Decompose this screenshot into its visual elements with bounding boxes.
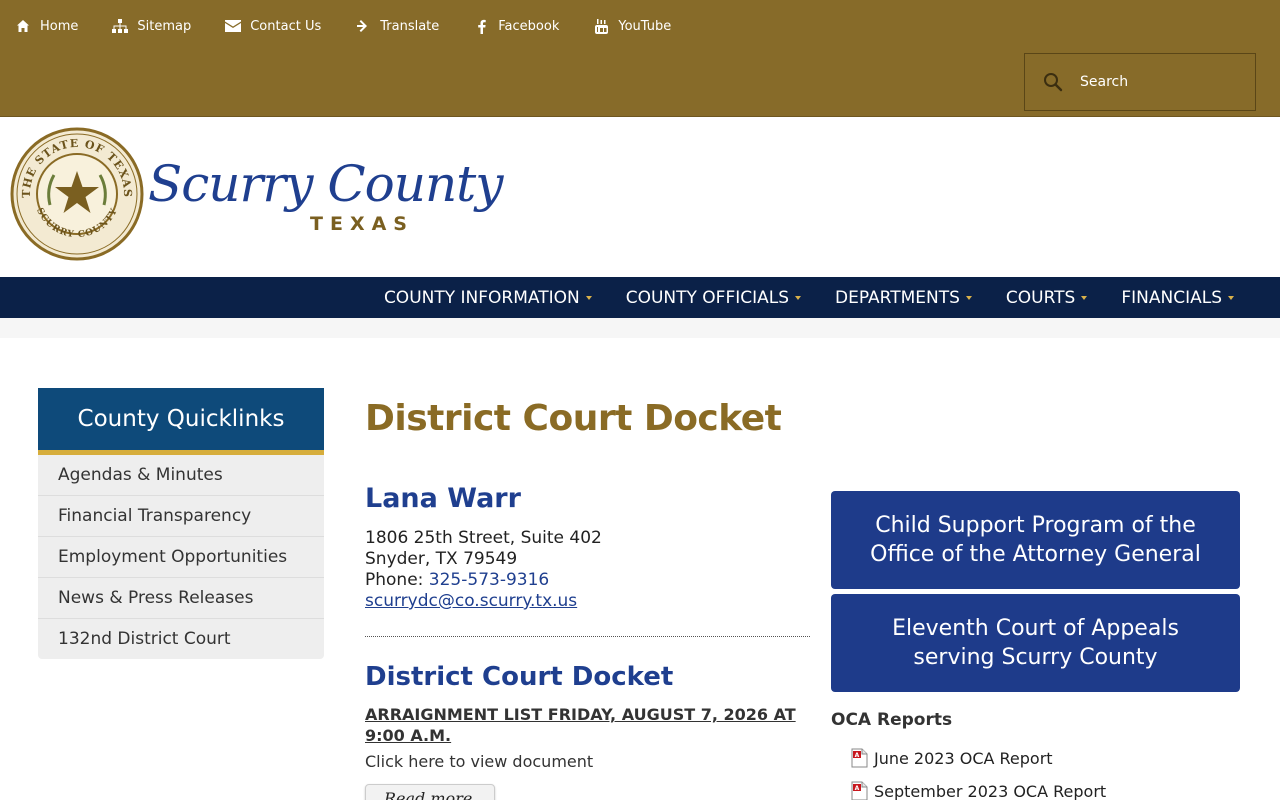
texas-seal-logo[interactable]: THE STATE OF TEXAS SCURRY COUNTY <box>10 127 144 261</box>
oca-reports-heading: OCA Reports <box>831 710 953 730</box>
utility-links: Home Sitemap Contact Us Translate Facebo… <box>0 15 690 37</box>
caret-down-icon <box>965 295 972 300</box>
utility-link-label: Sitemap <box>137 18 192 34</box>
top-utility-bar: Home Sitemap Contact Us Translate Facebo… <box>0 0 1280 117</box>
caret-down-icon <box>585 295 592 300</box>
oca-report-link[interactable]: A September 2023 OCA Report <box>851 781 1106 800</box>
nav-label: FINANCIALS <box>1121 287 1222 308</box>
pdf-file-icon: A <box>851 748 868 768</box>
facebook-icon <box>473 18 489 34</box>
promo-eleventh-court-of-appeals[interactable]: Eleventh Court of Appeals serving Scurry… <box>831 594 1240 692</box>
phone-label: Phone: <box>365 570 429 590</box>
promo-child-support-program[interactable]: Child Support Program of the Office of t… <box>831 491 1240 589</box>
utility-link-facebook[interactable]: Facebook <box>473 18 559 34</box>
utility-link-label: Facebook <box>498 18 560 34</box>
utility-link-youtube[interactable]: YouTube <box>593 18 671 34</box>
quicklink-news-press-releases[interactable]: News & Press Releases <box>38 578 324 619</box>
docket-item-description: Click here to view document <box>365 752 594 771</box>
main-nav-list: COUNTY INFORMATION COUNTY OFFICIALS DEPA… <box>350 277 1234 318</box>
quicklink-employment-opportunities[interactable]: Employment Opportunities <box>38 537 324 578</box>
utility-link-label: Contact Us <box>250 18 322 34</box>
docket-item-link[interactable]: ARRAIGNMENT LIST FRIDAY, AUGUST 7, 2026 … <box>365 704 805 746</box>
read-more-button[interactable]: Read more... <box>365 784 495 800</box>
email-link[interactable]: scurrydc@co.scurry.tx.us <box>365 591 577 612</box>
nav-county-information[interactable]: COUNTY INFORMATION <box>384 288 592 308</box>
quicklinks-list: Agendas & Minutes Financial Transparency… <box>38 455 324 659</box>
phone-line: Phone: 325-573-9316 <box>365 570 810 591</box>
brand-state: TEXAS <box>310 213 414 235</box>
nav-label: DEPARTMENTS <box>835 287 960 308</box>
quicklinks-title: County Quicklinks <box>38 388 324 455</box>
search-box[interactable] <box>1024 53 1256 111</box>
oca-report-label: September 2023 OCA Report <box>874 781 1107 800</box>
utility-link-translate[interactable]: Translate <box>355 18 439 34</box>
nav-departments[interactable]: DEPARTMENTS <box>835 288 972 308</box>
content-divider <box>365 636 810 637</box>
header-logo-band: THE STATE OF TEXAS SCURRY COUNTY Scurry … <box>0 117 1280 277</box>
utility-link-label: Home <box>40 18 79 34</box>
utility-link-home[interactable]: Home <box>15 18 78 34</box>
quicklink-financial-transparency[interactable]: Financial Transparency <box>38 496 324 537</box>
breadcrumb-band <box>0 318 1280 338</box>
quicklink-agendas-minutes[interactable]: Agendas & Minutes <box>38 455 324 496</box>
caret-down-icon <box>1081 295 1088 300</box>
oca-report-label: June 2023 OCA Report <box>874 748 1053 768</box>
nav-county-officials[interactable]: COUNTY OFFICIALS <box>625 287 802 308</box>
nav-label: COUNTY OFFICIALS <box>625 287 790 308</box>
address-line-2: Snyder, TX 79549 <box>365 549 518 569</box>
quicklinks-sidebar: County Quicklinks Agendas & Minutes Fina… <box>38 388 324 659</box>
youtube-icon <box>593 18 609 34</box>
clerk-name: Lana Warr <box>365 483 521 514</box>
nav-financials[interactable]: FINANCIALS <box>1121 288 1234 308</box>
utility-link-label: Translate <box>380 18 440 34</box>
main-navigation: COUNTY INFORMATION COUNTY OFFICIALS DEPA… <box>0 277 1280 318</box>
utility-link-sitemap[interactable]: Sitemap <box>112 18 191 34</box>
address-line-1: 1806 25th Street, Suite 402 <box>365 528 602 548</box>
utility-link-contact[interactable]: Contact Us <box>225 18 321 34</box>
docket-heading: District Court Docket <box>365 662 674 692</box>
brand-name: Scurry County <box>148 155 504 213</box>
caret-down-icon <box>795 295 802 300</box>
page-title: District Court Docket <box>365 398 782 439</box>
oca-report-link[interactable]: A June 2023 OCA Report <box>851 748 1053 768</box>
utility-link-label: YouTube <box>618 18 672 34</box>
svg-text:A: A <box>855 785 860 792</box>
clerk-contact-card: Lana Warr 1806 25th Street, Suite 402 Sn… <box>365 483 810 612</box>
scurry-county-wordmark[interactable]: Scurry County TEXAS <box>148 155 504 245</box>
phone-link[interactable]: 325-573-9316 <box>429 570 549 590</box>
envelope-icon <box>225 18 242 34</box>
search-input[interactable] <box>1080 74 1230 90</box>
pdf-file-icon: A <box>851 781 868 800</box>
caret-down-icon <box>1228 295 1234 300</box>
nav-label: COUNTY INFORMATION <box>383 287 580 308</box>
quicklink-132nd-district-court[interactable]: 132nd District Court <box>38 619 324 659</box>
home-icon <box>15 18 31 34</box>
svg-text:A: A <box>855 752 860 759</box>
arrow-right-icon <box>355 18 371 34</box>
nav-label: COURTS <box>1005 287 1076 308</box>
search-icon <box>1043 72 1063 92</box>
sitemap-icon <box>112 18 129 34</box>
nav-courts[interactable]: COURTS <box>1005 287 1088 308</box>
